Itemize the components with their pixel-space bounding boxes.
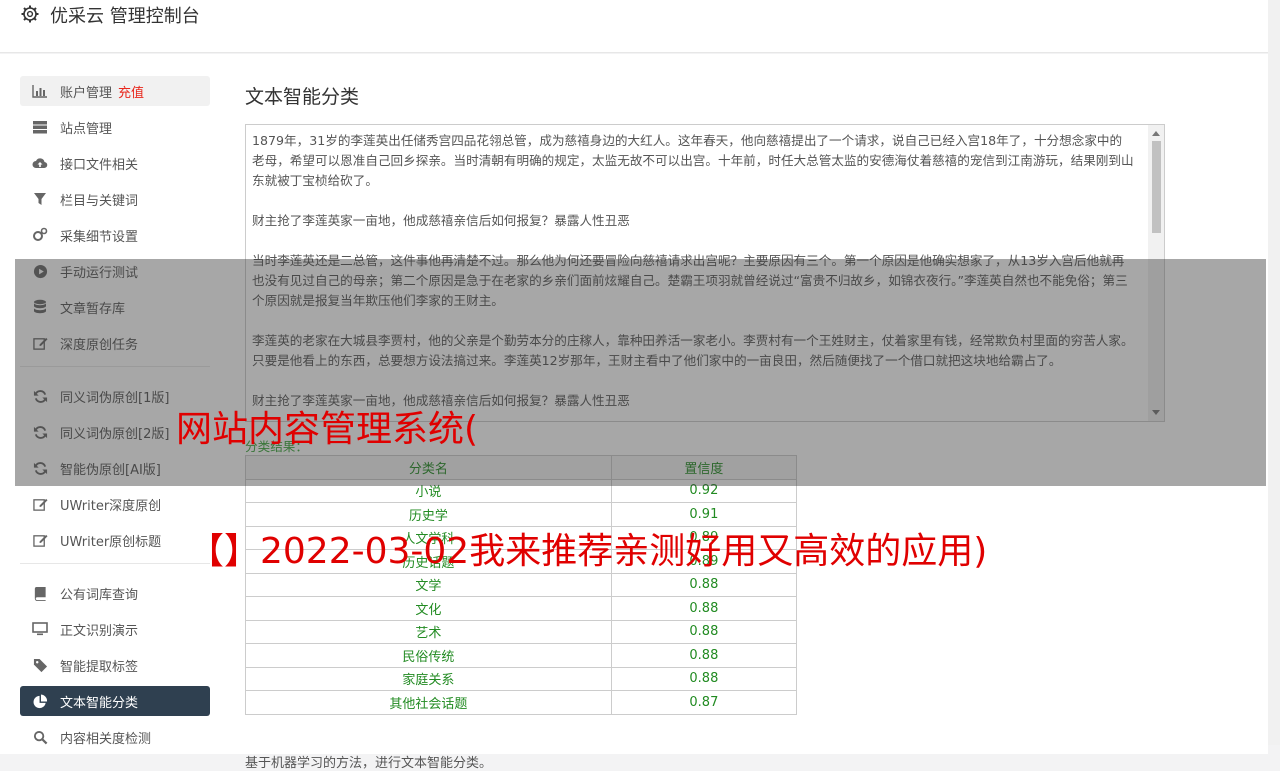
classification-table: 分类名 置信度 小说 0.92 历史学 0.91 人文学科 0.89 历史话题 0.89… xyxy=(245,455,798,715)
sidebar-item-uwriter-title[interactable]: UWriter原创标题 xyxy=(20,525,210,555)
search-icon xyxy=(32,729,48,745)
table-row: 文化 0.88 xyxy=(245,596,798,621)
edit-icon xyxy=(32,532,48,548)
table-row: 其他社会话题 0.87 xyxy=(245,690,798,715)
confidence-cell: 0.88 xyxy=(610,643,798,668)
gear-icon xyxy=(21,5,39,23)
sidebar-item-label: UWriter原创标题 xyxy=(60,534,162,550)
tag-icon xyxy=(32,657,48,673)
confidence-cell: 0.88 xyxy=(610,596,798,621)
table-row: 文学 0.88 xyxy=(245,572,798,597)
filter-icon xyxy=(32,191,48,207)
table-row: 艺术 0.88 xyxy=(245,619,798,644)
sidebar-item-label: 文本智能分类 xyxy=(60,695,139,711)
sidebar-item-relevance-check[interactable]: 内容相关度检测 xyxy=(20,722,210,752)
monitor-icon xyxy=(32,621,48,637)
server-icon xyxy=(32,119,48,135)
sidebar-item-api-files[interactable]: 接口文件相关 xyxy=(20,148,210,178)
sidebar-item-collect-settings[interactable]: 采集细节设置 xyxy=(20,220,210,250)
confidence-cell: 0.88 xyxy=(610,666,798,691)
recharge-badge[interactable]: 充值 xyxy=(118,82,144,101)
category-cell: 文化 xyxy=(245,596,612,621)
category-cell: 民俗传统 xyxy=(245,643,612,668)
book-icon xyxy=(32,585,48,601)
sidebar-item-label: 站点管理 xyxy=(60,121,113,137)
sidebar-item-label: 智能提取标签 xyxy=(60,659,139,675)
confidence-cell: 0.88 xyxy=(610,572,798,597)
sidebar-item-label: 内容相关度检测 xyxy=(60,731,152,747)
category-cell: 文学 xyxy=(245,572,612,597)
page-scrollbar[interactable] xyxy=(1268,0,1280,745)
app-title: 优采云 管理控制台 xyxy=(50,6,200,27)
table-row: 家庭关系 0.88 xyxy=(245,666,798,691)
category-cell: 家庭关系 xyxy=(245,666,612,691)
sidebar-item-columns-keywords[interactable]: 栏目与关键词 xyxy=(20,184,210,214)
overlay-title-line2: 【】2022-03-02我来推荐亲测好用又高效的应用) xyxy=(188,531,988,572)
top-header: 优采云 管理控制台 xyxy=(0,0,1268,53)
sidebar-item-label: 接口文件相关 xyxy=(60,157,139,173)
sidebar-item-public-lexicon[interactable]: 公有词库查询 xyxy=(20,578,210,608)
sidebar-item-tag-extract[interactable]: 智能提取标签 xyxy=(20,650,210,680)
confidence-cell: 0.88 xyxy=(610,619,798,644)
article-paragraph: 财主抢了李莲英家一亩地，他成慈禧亲信后如何报复？暴露人性丑恶 xyxy=(252,213,630,228)
sidebar-item-label: UWriter深度原创 xyxy=(60,498,162,514)
sidebar-item-label: 账户管理 xyxy=(60,85,113,101)
table-row: 民俗传统 0.88 xyxy=(245,643,798,668)
sidebar-item-label: 采集细节设置 xyxy=(60,229,139,245)
scrollbar-thumb[interactable] xyxy=(1152,141,1161,233)
content-area: 文本智能分类 1879年，31岁的李莲英出任储秀宫四品花翎总管，成为慈禧身边的大… xyxy=(245,82,1165,771)
sidebar-item-account[interactable]: 账户管理 充值 xyxy=(20,76,210,106)
sidebar-item-text-classify[interactable]: 文本智能分类 xyxy=(20,686,210,716)
sidebar-item-uwriter-deep[interactable]: UWriter深度原创 xyxy=(20,489,210,519)
sidebar-item-text-recognition[interactable]: 正文识别演示 xyxy=(20,614,210,644)
category-cell: 其他社会话题 xyxy=(245,690,612,715)
article-paragraph: 1879年，31岁的李莲英出任储秀宫四品花翎总管，成为慈禧身边的大红人。这年春天… xyxy=(252,133,1134,188)
sidebar-item-label: 栏目与关键词 xyxy=(60,193,139,209)
page-title: 文本智能分类 xyxy=(245,86,360,108)
pie-chart-icon xyxy=(32,693,48,709)
overlay-title-line1: 网站内容管理系统( xyxy=(176,409,479,450)
gears-icon xyxy=(32,227,48,243)
sidebar-item-sites[interactable]: 站点管理 xyxy=(20,112,210,142)
category-cell: 艺术 xyxy=(245,619,612,644)
sidebar-item-label: 公有词库查询 xyxy=(60,587,139,603)
confidence-cell: 0.87 xyxy=(610,690,798,715)
sidebar-divider xyxy=(20,563,210,564)
cloud-upload-icon xyxy=(32,155,48,171)
method-footnote: 基于机器学习的方法，进行文本智能分类。 xyxy=(245,756,493,771)
edit-icon xyxy=(32,496,48,512)
scroll-up-icon[interactable] xyxy=(1152,131,1160,136)
sidebar-item-label: 正文识别演示 xyxy=(60,623,139,639)
bar-chart-icon xyxy=(32,83,48,99)
